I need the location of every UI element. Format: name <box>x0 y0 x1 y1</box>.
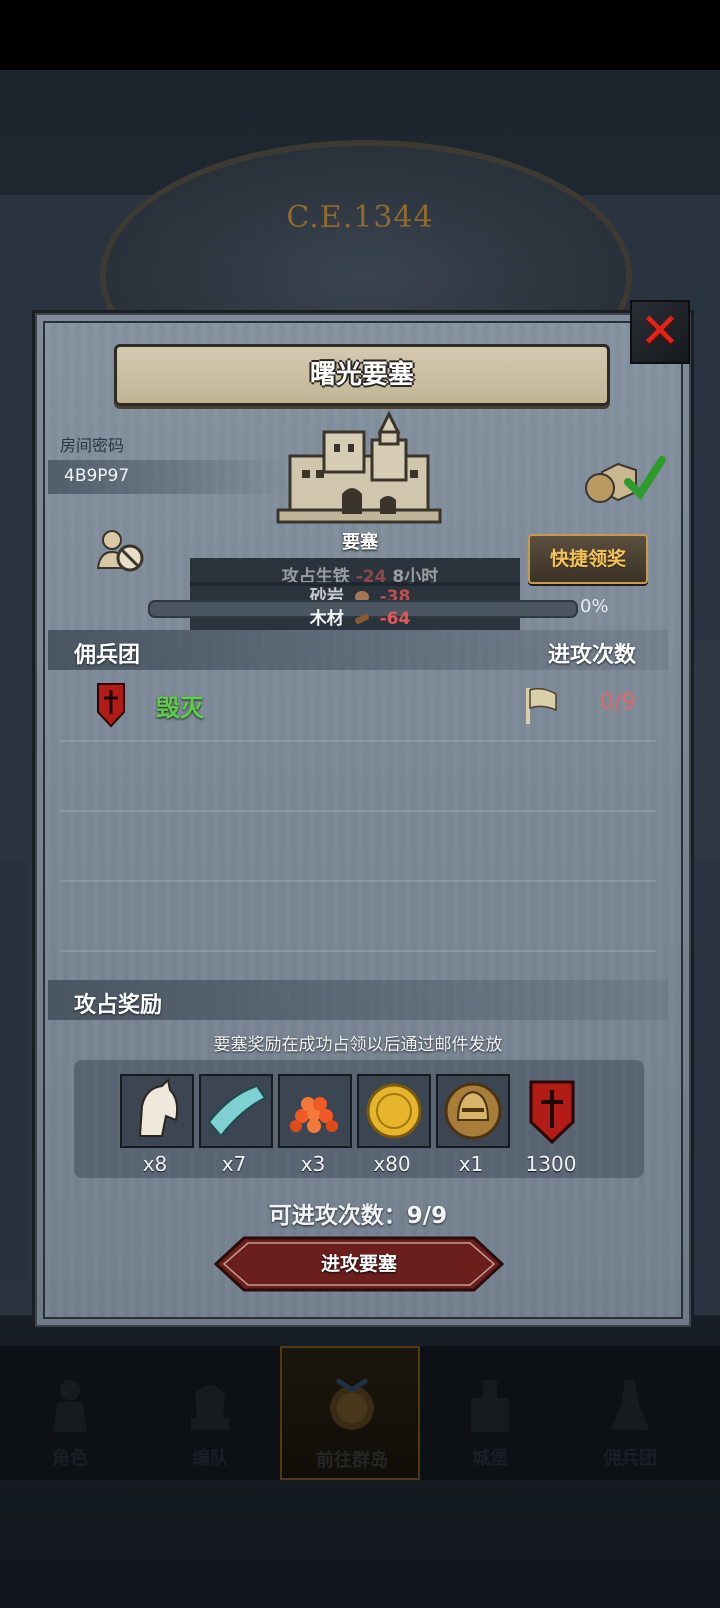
reward-qty: x7 <box>221 1152 247 1176</box>
reward-qty: x3 <box>300 1152 326 1176</box>
reward-note: 要塞奖励在成功占领以后通过邮件发放 <box>213 1035 503 1055</box>
reward-item-beads[interactable] <box>278 1074 352 1148</box>
attacks-remaining: 可进攻次数：9/9 <box>268 1203 448 1229</box>
mercenary-banner-icon <box>529 1080 575 1145</box>
attack-fortress-button[interactable]: 进攻要塞 <box>214 1236 504 1292</box>
cloth-icon <box>201 1076 271 1146</box>
reward-section-title: 攻占奖励 <box>74 993 163 1018</box>
attack-flag-icon <box>526 687 557 724</box>
attack-count-title: 进攻次数 <box>548 643 637 668</box>
resource-row-wood: 木材 -64 <box>190 604 530 629</box>
mercenary-attack-count: 0/9 <box>600 690 636 715</box>
capture-progress-percent: 0% <box>580 596 609 617</box>
mercenary-name: 毁灭 <box>156 694 204 722</box>
reward-item-helmet[interactable] <box>436 1074 510 1148</box>
reward-qty: x1 <box>458 1152 484 1176</box>
title-banner: 曙光要塞 <box>114 344 610 406</box>
right-side-panel <box>690 640 720 860</box>
quick-claim-button[interactable]: 快捷领奖 <box>528 534 648 584</box>
wood-icon <box>354 613 369 625</box>
row-divider <box>60 740 656 742</box>
dialog-title: 曙光要塞 <box>309 360 414 390</box>
no-mercenary-user-icon[interactable] <box>96 528 146 574</box>
nav-dim-overlay <box>0 1346 720 1480</box>
red-beads-icon <box>280 1076 350 1146</box>
reward-qty: x80 <box>373 1152 411 1176</box>
row-divider <box>60 950 656 952</box>
status-bar <box>0 0 720 70</box>
resource-value: -64 <box>379 609 411 629</box>
close-button[interactable]: ✕ <box>630 300 690 364</box>
horse-icon <box>122 1076 192 1146</box>
era-label: C.E.1344 <box>286 200 434 235</box>
mercenary-section-title: 佣兵团 <box>74 643 141 668</box>
rewards-claimed-icon[interactable] <box>584 452 668 504</box>
gold-coin-icon <box>359 1076 429 1146</box>
room-code-value: 4B9P97 <box>64 466 130 486</box>
reward-qty: x8 <box>142 1152 168 1176</box>
reward-item-horse[interactable] <box>120 1074 194 1148</box>
quick-claim-label: 快捷领奖 <box>549 548 626 570</box>
room-code-label: 房间密码 <box>60 436 125 455</box>
mercenary-shield-icon <box>97 683 125 728</box>
resource-label: 木材 <box>309 609 344 629</box>
left-side-panel <box>0 860 28 1280</box>
row-divider <box>60 810 656 812</box>
reward-item-gold[interactable] <box>357 1074 431 1148</box>
fortress-type-label: 要塞 <box>342 532 378 553</box>
knight-helmet-icon <box>438 1076 508 1146</box>
row-divider <box>60 880 656 882</box>
reward-qty: 1300 <box>525 1152 577 1176</box>
attack-button-label: 进攻要塞 <box>320 1253 397 1275</box>
reward-item-cloth[interactable] <box>199 1074 273 1148</box>
close-icon: ✕ <box>639 303 681 359</box>
fortress-icon <box>276 410 442 524</box>
reward-item-mercenary-points[interactable] <box>515 1074 589 1148</box>
